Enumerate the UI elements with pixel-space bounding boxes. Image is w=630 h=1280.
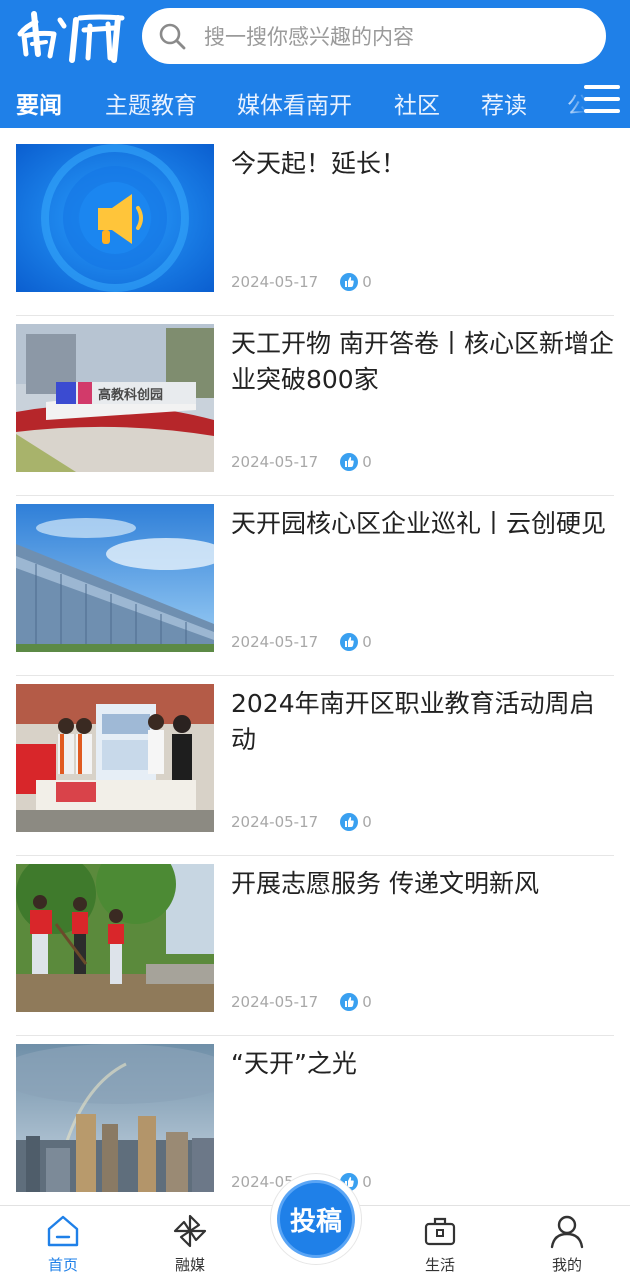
tab-recommended[interactable]: 荐读 — [481, 86, 527, 120]
nav-profile-label: 我的 — [551, 1256, 582, 1274]
search-icon — [159, 23, 186, 50]
search-placeholder: 搜一搜你感兴趣的内容 — [204, 25, 414, 49]
news-title[interactable]: 2024年南开区职业教育活动周启动 — [231, 686, 614, 758]
news-item[interactable]: 开展志愿服务 传递文明新风 2024-05-17 0 — [16, 856, 614, 1036]
news-date: 2024-05-17 — [231, 453, 319, 471]
news-title[interactable]: 开展志愿服务 传递文明新风 — [231, 866, 614, 902]
pinwheel-icon — [173, 1214, 207, 1248]
submit-button-container: 投稿 — [270, 1173, 362, 1265]
news-date: 2024-05-17 — [231, 993, 319, 1011]
news-date: 2024-05-17 — [231, 813, 319, 831]
nav-media[interactable]: 融媒 — [145, 1212, 235, 1278]
news-title[interactable]: 今天起！延长！ — [231, 146, 614, 182]
user-icon — [550, 1215, 584, 1249]
home-icon — [47, 1215, 79, 1247]
thumbs-up-icon — [340, 273, 359, 291]
submit-button[interactable]: 投稿 — [277, 1180, 355, 1258]
news-title[interactable]: 天工开物 南开答卷丨核心区新增企业突破800家 — [231, 326, 614, 398]
thumbs-up-icon — [340, 633, 359, 651]
news-meta: 2024-05-17 0 — [231, 812, 372, 832]
tab-community[interactable]: 社区 — [394, 86, 440, 120]
nav-life[interactable]: 生活 — [395, 1212, 485, 1278]
news-meta: 2024-05-17 0 — [231, 992, 372, 1012]
search-bar[interactable]: 搜一搜你感兴趣的内容 — [142, 8, 606, 64]
news-title[interactable]: “天开”之光 — [231, 1046, 614, 1082]
tech-park-thumbnail: 高教科创园 — [16, 324, 214, 472]
briefcase-icon — [424, 1217, 456, 1246]
top-header: 搜一搜你感兴趣的内容 要闻 主题教育 媒体看南开 社区 荐读 公 — [0, 0, 630, 128]
like-count[interactable]: 0 — [340, 453, 372, 471]
volunteers-thumbnail — [16, 864, 214, 1012]
thumbs-up-icon — [340, 993, 359, 1011]
news-date: 2024-05-17 — [231, 273, 319, 291]
like-count[interactable]: 0 — [340, 813, 372, 831]
nav-home[interactable]: 首页 — [18, 1212, 108, 1278]
thumbs-up-icon — [340, 453, 359, 471]
exhibition-thumbnail — [16, 684, 214, 832]
nav-life-label: 生活 — [424, 1256, 455, 1274]
news-title[interactable]: 天开园核心区企业巡礼丨云创硬见 — [231, 506, 614, 542]
tab-theme-education[interactable]: 主题教育 — [105, 86, 197, 120]
nav-media-label: 融媒 — [174, 1256, 205, 1274]
news-date: 2024-05-17 — [231, 633, 319, 651]
news-meta: 2024-05-17 0 — [231, 632, 372, 652]
nav-home-label: 首页 — [47, 1256, 78, 1274]
tab-headlines[interactable]: 要闻 — [16, 86, 62, 120]
svg-text:高教科创园: 高教科创园 — [98, 387, 163, 403]
news-item[interactable]: 2024年南开区职业教育活动周启动 2024-05-17 0 — [16, 676, 614, 856]
like-count[interactable]: 0 — [340, 273, 372, 291]
news-item[interactable]: 高教科创园 天工开物 南开答卷丨核心区新增企业突破800家 2024-05-17… — [16, 316, 614, 496]
thumbs-up-icon — [340, 813, 359, 831]
menu-icon[interactable] — [584, 85, 620, 117]
news-item[interactable]: 今天起！延长！ 2024-05-17 0 — [16, 136, 614, 316]
nav-profile[interactable]: 我的 — [522, 1212, 612, 1278]
news-item[interactable]: 天开园核心区企业巡礼丨云创硬见 2024-05-17 0 — [16, 496, 614, 676]
news-meta: 2024-05-17 0 — [231, 272, 372, 292]
category-tabs: 要闻 主题教育 媒体看南开 社区 荐读 公 — [0, 72, 630, 128]
glass-building-thumbnail — [16, 504, 214, 652]
news-meta: 2024-05-17 0 — [231, 452, 372, 472]
like-count[interactable]: 0 — [340, 633, 372, 651]
tab-media-on-nankai[interactable]: 媒体看南开 — [237, 86, 352, 120]
city-skyline-thumbnail — [16, 1044, 214, 1192]
like-count[interactable]: 0 — [340, 993, 372, 1011]
megaphone-thumbnail — [16, 144, 214, 292]
nankai-logo[interactable] — [14, 6, 130, 64]
